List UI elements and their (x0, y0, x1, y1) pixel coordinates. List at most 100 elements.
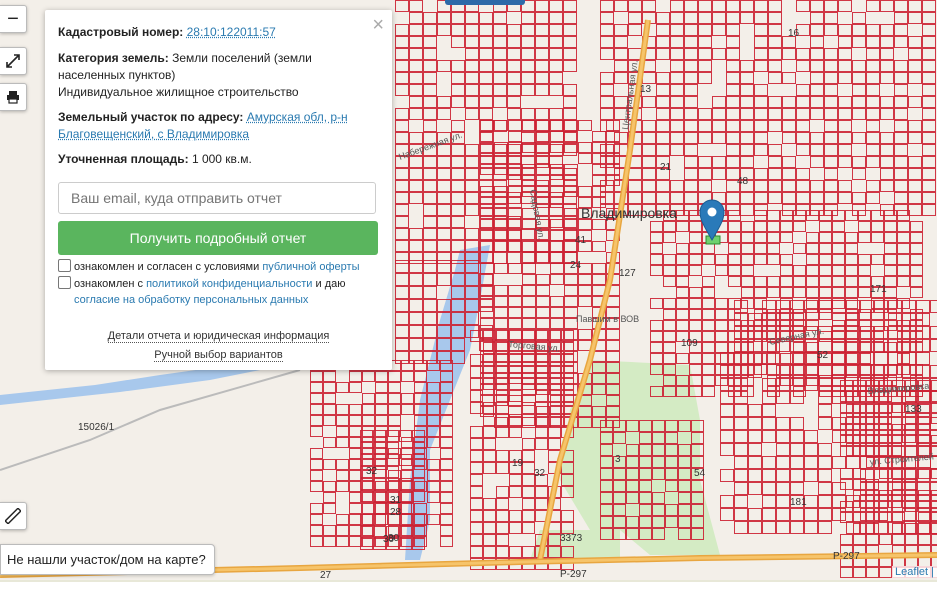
parcel (880, 96, 894, 108)
parcel (838, 96, 852, 108)
parcel (522, 142, 536, 153)
parcel (522, 395, 536, 406)
parcel (754, 48, 768, 60)
parcel (858, 287, 871, 298)
parcel (754, 232, 767, 243)
place-name-label: Владимировка (581, 205, 677, 221)
cadastral-number-link[interactable]: 28:10:122011:57 (187, 25, 276, 39)
parcel (762, 469, 776, 482)
parcel (535, 12, 549, 24)
parcel (493, 120, 507, 132)
parcel (910, 287, 923, 298)
parcel (689, 309, 702, 320)
parcel (879, 468, 892, 479)
checkbox-icon[interactable] (58, 259, 71, 272)
parcel (493, 156, 507, 168)
parcel (521, 36, 535, 48)
parcel (521, 156, 535, 168)
parcel (670, 120, 684, 132)
parcel (507, 36, 521, 48)
leaflet-link[interactable]: Leaflet (895, 566, 928, 578)
parcel (754, 298, 767, 309)
parcel (465, 24, 479, 36)
parcel (740, 60, 754, 72)
parcel (521, 252, 535, 264)
parcel (918, 435, 931, 446)
not-found-button[interactable]: Не нашли участок/дом на карте? (0, 544, 215, 575)
zoom-out-button[interactable]: − (0, 5, 27, 33)
fullscreen-button[interactable] (0, 47, 27, 75)
parcel (550, 175, 564, 186)
parcel (734, 391, 748, 404)
parcel (902, 326, 916, 339)
parcel (819, 276, 832, 287)
parcel (824, 96, 838, 108)
parcel (734, 404, 748, 417)
parcel (845, 342, 858, 353)
public-offer-link[interactable]: публичной оферты (262, 261, 359, 273)
manual-selection-link[interactable]: Ручной выбор вариантов (154, 349, 283, 362)
parcel (880, 48, 894, 60)
print-button[interactable] (0, 83, 27, 111)
privacy-policy-link[interactable]: политикой конфиденциальности (146, 278, 312, 290)
parcel (592, 164, 606, 175)
parcel (684, 96, 698, 108)
parcel (734, 417, 748, 430)
area-row: Уточненная площадь: 1 000 кв.м. (58, 151, 380, 168)
parcel (897, 221, 910, 232)
parcel (507, 240, 521, 252)
ruler-button[interactable] (0, 502, 27, 530)
parcel (522, 296, 536, 307)
email-input[interactable] (58, 182, 376, 214)
parcel (866, 479, 879, 490)
parcel (409, 240, 423, 252)
privacy-consent-checkbox[interactable]: ознакомлен с политикой конфиденциальност… (58, 276, 378, 308)
parcel (650, 298, 663, 309)
parcel (628, 168, 642, 180)
map-attribution: Leaflet | (892, 566, 937, 578)
parcel (409, 252, 423, 264)
parcel (362, 404, 375, 415)
parcel (508, 362, 522, 373)
top-tab-indicator[interactable] (445, 0, 525, 5)
parcel (897, 254, 910, 265)
parcel (880, 132, 894, 144)
parcel (480, 340, 494, 351)
parcel (754, 24, 768, 36)
parcel (922, 36, 936, 48)
parcel (853, 567, 866, 578)
parcel (521, 24, 535, 36)
parcel (522, 498, 535, 510)
parcel (790, 508, 804, 521)
parcel (423, 180, 437, 192)
parcel (734, 469, 748, 482)
parcel (401, 360, 414, 371)
parcel (549, 108, 563, 120)
parcel (824, 168, 838, 180)
parcel (845, 287, 858, 298)
parcel (310, 382, 323, 393)
map-marker-icon[interactable] (699, 199, 725, 242)
parcel (409, 299, 423, 312)
parcel (470, 534, 483, 546)
offer-consent-checkbox[interactable]: ознакомлен и согласен с условиями публич… (58, 259, 360, 275)
parcel (465, 72, 479, 84)
parcel (676, 287, 689, 298)
checkbox-icon[interactable] (58, 276, 71, 289)
parcel (845, 309, 858, 320)
parcel (832, 254, 845, 265)
get-report-button[interactable]: Получить подробный отчет (58, 221, 378, 255)
parcel (874, 404, 888, 417)
parcel (480, 153, 494, 164)
parcel (521, 240, 535, 252)
parcel (715, 320, 728, 331)
parcel (549, 84, 563, 96)
parcel (550, 142, 564, 153)
parcel (522, 241, 536, 252)
details-link[interactable]: Детали отчета и юридическая информация (107, 330, 330, 343)
parcel (734, 378, 748, 391)
parcel (395, 338, 409, 351)
data-processing-link[interactable]: согласие на обработку персональных данны… (74, 294, 308, 306)
parcel (480, 219, 494, 230)
parcel (740, 96, 754, 108)
